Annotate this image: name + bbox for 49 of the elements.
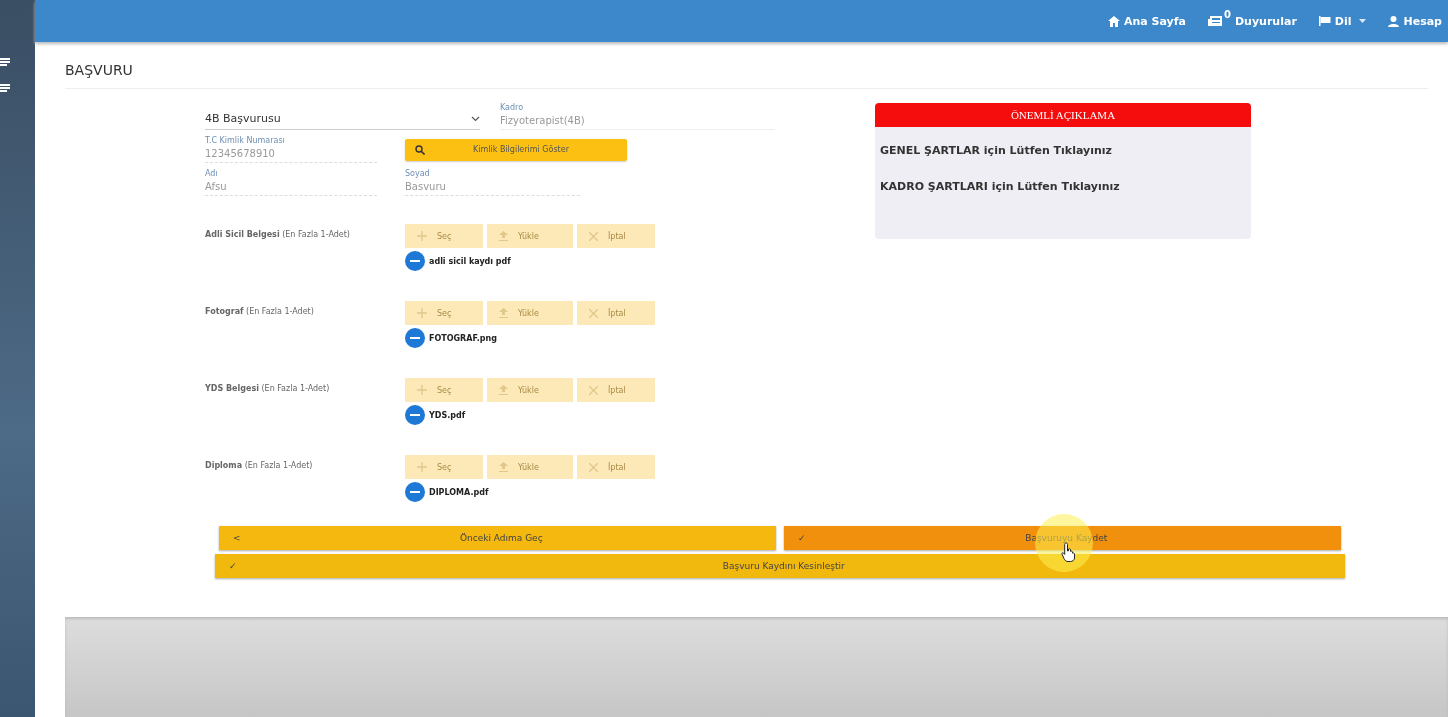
newspaper-icon: [1208, 15, 1222, 27]
upload-icon: [499, 308, 508, 318]
nav-link[interactable]: Ana Sayfa: [1108, 14, 1186, 28]
remove-file-button[interactable]: [405, 482, 425, 502]
file-name: adli sicil kaydı pdf: [429, 256, 511, 266]
close-icon: [589, 231, 598, 241]
menu-icon[interactable]: [0, 58, 10, 66]
chevron-down-icon: [471, 115, 480, 122]
menu-icon[interactable]: [0, 84, 10, 92]
document-label: YDS Belgesi (En Fazla 1-Adet): [205, 383, 331, 395]
plus-icon: [417, 462, 427, 472]
previous-step-button[interactable]: < Önceki Adıma Geç: [219, 526, 776, 550]
remove-file-button[interactable]: [405, 328, 425, 348]
document-label: Adli Sicil Belgesi (En Fazla 1-Adet): [205, 229, 351, 241]
close-icon: [589, 308, 598, 318]
page-title: BAŞVURU: [65, 61, 134, 80]
document-label: Diploma (En Fazla 1-Adet): [205, 460, 314, 472]
terms-link[interactable]: KADRO ŞARTLARI için Lütfen Tıklayınız: [875, 163, 1251, 199]
application-type-select[interactable]: 4B Başvurusu: [205, 108, 480, 130]
remove-file-button[interactable]: [405, 251, 425, 271]
close-icon: [589, 385, 598, 395]
first-name-field[interactable]: Adı Afsu: [205, 169, 377, 196]
nav-link[interactable]: Dil: [1318, 14, 1367, 28]
nav-link[interactable]: Hesap: [1388, 14, 1442, 28]
document-label: Fotograf (En Fazla 1-Adet): [205, 306, 315, 318]
notice-title: ÖNEMLİ AÇIKLAMA: [875, 103, 1251, 127]
plus-icon: [417, 231, 427, 241]
plus-icon: [417, 308, 427, 318]
last-name-field[interactable]: Soyad Basvuru: [405, 169, 580, 196]
show-identity-button[interactable]: Kimlik Bilgilerimi Göster: [405, 138, 627, 161]
home-icon: [1108, 15, 1120, 27]
remove-file-button[interactable]: [405, 405, 425, 425]
search-icon: [415, 144, 425, 155]
id-number-field[interactable]: T.C Kimlik Numarası 12345678910: [205, 136, 377, 163]
flag-icon: [1318, 16, 1331, 26]
plus-icon: [417, 385, 427, 395]
position-field[interactable]: Kadro Fizyoterapist(4B): [500, 103, 775, 130]
hand-cursor-icon: [1061, 542, 1077, 562]
upload-icon: [499, 385, 508, 395]
upload-icon: [499, 231, 508, 241]
upload-icon: [499, 462, 508, 472]
user-icon: [1388, 15, 1400, 27]
file-name: YDS.pdf: [429, 410, 466, 420]
terms-link[interactable]: GENEL ŞARTLAR için Lütfen Tıklayınız: [875, 127, 1251, 163]
file-name: FOTOGRAF.png: [429, 333, 497, 343]
close-icon: [589, 462, 598, 472]
save-application-button[interactable]: ✓ Başvuruyu Kaydet: [784, 526, 1341, 550]
file-name: DIPLOMA.pdf: [429, 487, 489, 497]
finalize-application-button[interactable]: ✓ Başvuru Kaydını Kesinleştir: [215, 554, 1345, 578]
